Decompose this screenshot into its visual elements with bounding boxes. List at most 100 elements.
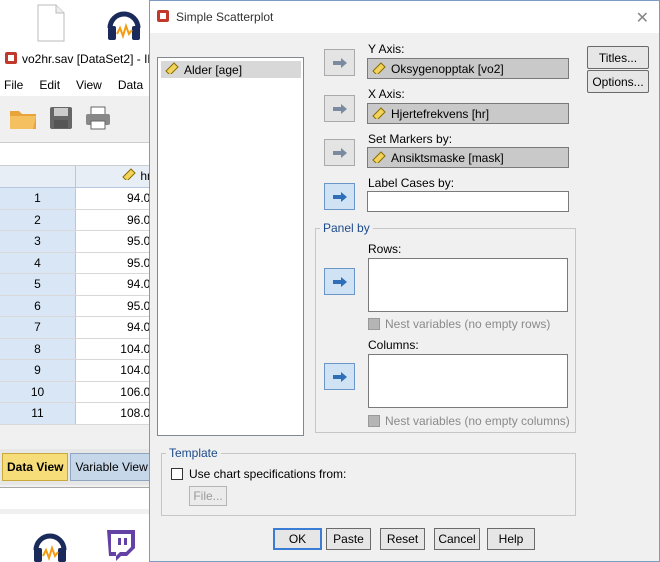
paste-button[interactable]: Paste: [326, 528, 371, 550]
arrow-right-icon: [332, 103, 347, 114]
ok-button[interactable]: OK: [273, 528, 322, 550]
table-cell-hr[interactable]: 106.00: [76, 382, 159, 403]
reset-button[interactable]: Reset: [380, 528, 425, 550]
ruler-icon: [372, 107, 387, 121]
row-number[interactable]: 11: [0, 403, 76, 424]
table-row: 5 94.00: [0, 274, 159, 296]
row-number[interactable]: 5: [0, 274, 76, 295]
tab-data-view[interactable]: Data View: [2, 453, 69, 481]
row-number[interactable]: 9: [0, 360, 76, 381]
set-markers-field[interactable]: Ansiktsmaske [mask]: [367, 147, 569, 168]
table-row: 11 108.00: [0, 403, 159, 425]
table-cell-hr[interactable]: 95.00: [76, 296, 159, 317]
editor-title-bar: vo2hr.sav [DataSet2] - IBM: [0, 44, 159, 74]
ruler-icon: [122, 166, 137, 187]
row-number[interactable]: 2: [0, 209, 76, 230]
cell-editor-bar[interactable]: [0, 142, 159, 166]
table-cell-hr[interactable]: 94.00: [76, 317, 159, 338]
move-to-label-cases-button[interactable]: [324, 183, 355, 210]
table-cell-hr[interactable]: 94.00: [76, 274, 159, 295]
use-chart-spec-label: Use chart specifications from:: [189, 467, 347, 481]
nest-rows-label: Nest variables (no empty rows): [385, 317, 551, 331]
menu-bar: File Edit View Data: [0, 74, 159, 96]
close-icon[interactable]: ✕: [636, 8, 649, 28]
template-legend: Template: [166, 446, 221, 460]
row-number[interactable]: 8: [0, 338, 76, 359]
menu-file[interactable]: File: [4, 78, 23, 92]
data-editor-window: vo2hr.sav [DataSet2] - IBM File Edit Vie…: [0, 44, 160, 514]
row-number[interactable]: 1: [0, 188, 76, 209]
table-cell-hr[interactable]: 96.00: [76, 210, 159, 231]
table-row: 9 104.00: [0, 360, 159, 382]
audacity-icon[interactable]: [30, 526, 74, 562]
move-to-rows-button[interactable]: [324, 268, 355, 295]
row-number[interactable]: 3: [0, 231, 76, 252]
cancel-button[interactable]: Cancel: [434, 528, 480, 550]
row-number[interactable]: 10: [0, 381, 76, 402]
table-row: 2 96.00: [0, 209, 159, 231]
table-cell-hr[interactable]: 104.00: [76, 360, 159, 381]
table-row: 7 94.00: [0, 317, 159, 339]
audacity-icon[interactable]: [104, 4, 148, 48]
column-header-hr[interactable]: hr: [76, 166, 159, 187]
twitch-icon[interactable]: [104, 528, 148, 562]
menu-edit[interactable]: Edit: [39, 78, 60, 92]
table-cell-hr[interactable]: 104.00: [76, 339, 159, 360]
x-axis-field[interactable]: Hjertefrekvens [hr]: [367, 103, 569, 124]
arrow-right-icon: [332, 371, 347, 382]
options-button[interactable]: Options...: [587, 70, 649, 93]
grid-header: hr: [0, 166, 159, 188]
open-folder-icon[interactable]: [8, 105, 38, 134]
menu-data[interactable]: Data: [118, 78, 143, 92]
spss-logo-icon: [156, 9, 170, 26]
table-cell-hr[interactable]: 95.00: [76, 253, 159, 274]
file-button[interactable]: File...: [189, 486, 227, 506]
table-row: 4 95.00: [0, 252, 159, 274]
document-icon[interactable]: [36, 4, 80, 48]
data-grid: hr 1 94.00 2 96.00 3 95.00 4 95.00 5 94.00 6 95.00 7…: [0, 166, 159, 425]
row-number[interactable]: 4: [0, 252, 76, 273]
move-to-columns-button[interactable]: [324, 363, 355, 390]
columns-label: Columns:: [368, 338, 419, 352]
table-row: 3 95.00: [0, 231, 159, 253]
y-axis-label: Y Axis:: [368, 42, 405, 56]
menu-view[interactable]: View: [76, 78, 102, 92]
table-row: 8 104.00: [0, 338, 159, 360]
spss-logo-icon: [4, 51, 18, 68]
ruler-icon: [372, 151, 387, 165]
use-chart-spec-checkbox[interactable]: [171, 468, 183, 480]
corner-cell: [0, 166, 76, 187]
rows-listbox[interactable]: [368, 258, 568, 312]
label-cases-field[interactable]: [367, 191, 569, 212]
ruler-icon: [165, 62, 179, 77]
tab-variable-view[interactable]: Variable View: [70, 453, 153, 481]
toolbar: [0, 96, 159, 142]
table-row: 10 106.00: [0, 381, 159, 403]
table-cell-hr[interactable]: 94.00: [76, 188, 159, 209]
label-cases-label: Label Cases by:: [368, 176, 455, 190]
dialog-title: Simple Scatterplot: [176, 10, 274, 24]
variable-item-age[interactable]: Alder [age]: [161, 61, 301, 78]
arrow-right-icon: [332, 276, 347, 287]
row-number[interactable]: 6: [0, 295, 76, 316]
source-variable-list[interactable]: Alder [age]: [157, 57, 304, 436]
table-cell-hr[interactable]: 108.00: [76, 403, 159, 424]
move-to-y-axis-button[interactable]: [324, 49, 355, 76]
ruler-icon: [372, 62, 387, 76]
move-to-x-axis-button[interactable]: [324, 95, 355, 122]
help-button[interactable]: Help: [487, 528, 535, 550]
save-icon[interactable]: [48, 105, 74, 134]
row-number[interactable]: 7: [0, 317, 76, 338]
columns-listbox[interactable]: [368, 354, 568, 408]
arrow-right-icon: [332, 147, 347, 158]
nest-columns-checkbox[interactable]: [368, 415, 380, 427]
print-icon[interactable]: [84, 105, 112, 134]
status-bar: [0, 487, 160, 509]
set-markers-label: Set Markers by:: [368, 132, 453, 146]
table-row: 1 94.00: [0, 188, 159, 210]
y-axis-field[interactable]: Oksygenopptak [vo2]: [367, 58, 569, 79]
titles-button[interactable]: Titles...: [587, 46, 649, 69]
move-to-set-markers-button[interactable]: [324, 139, 355, 166]
nest-rows-checkbox[interactable]: [368, 318, 380, 330]
table-cell-hr[interactable]: 95.00: [76, 231, 159, 252]
